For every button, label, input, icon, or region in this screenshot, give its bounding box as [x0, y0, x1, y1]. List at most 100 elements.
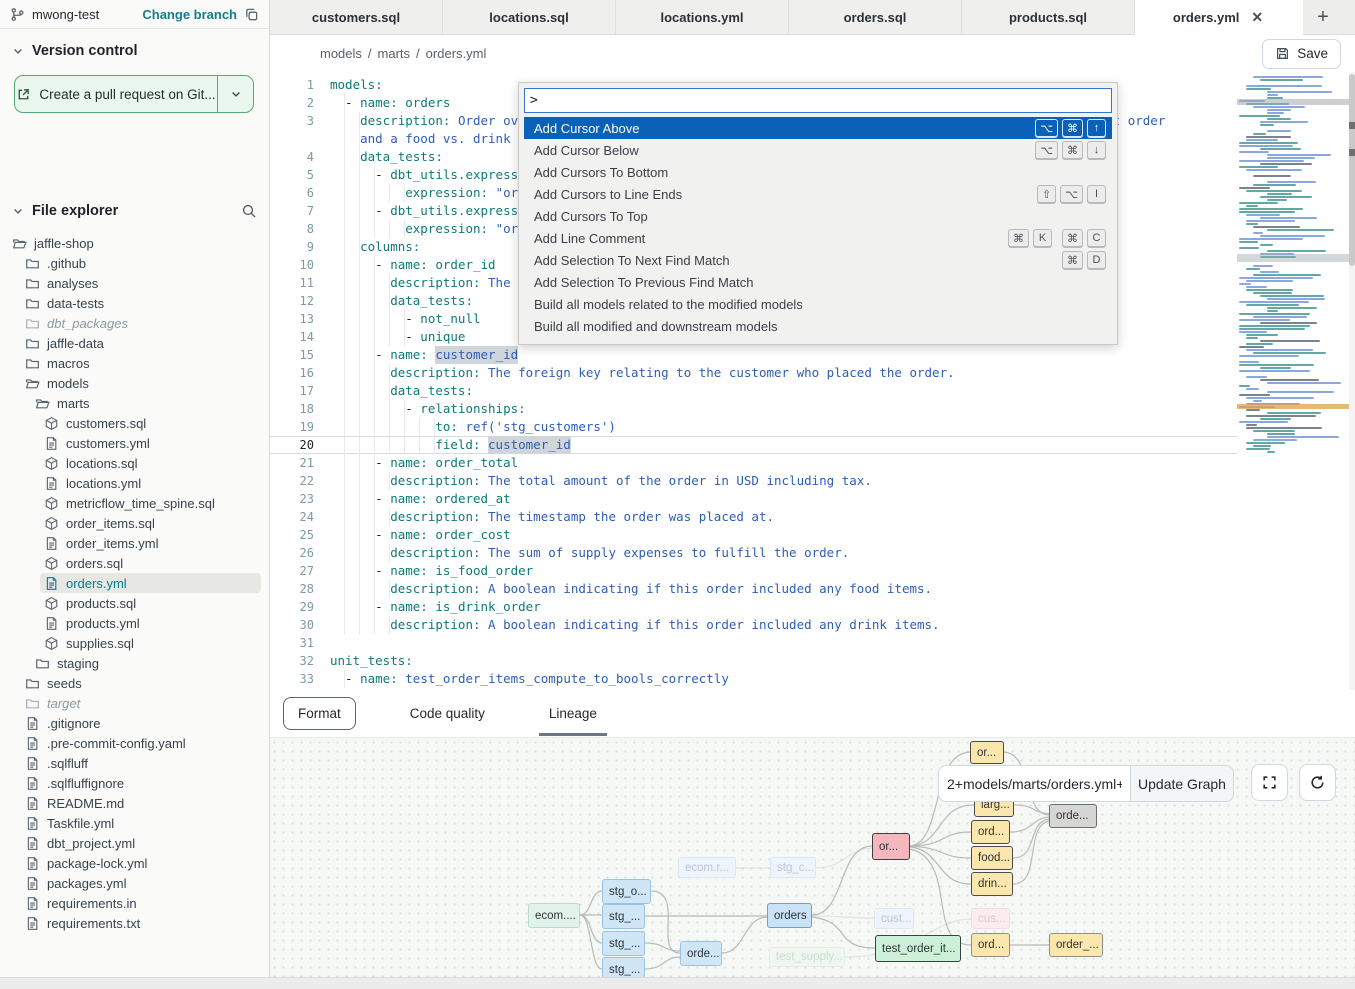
breadcrumb-marts[interactable]: marts	[378, 46, 411, 61]
file-tree-item-supplies.sql[interactable]: supplies.sql	[0, 633, 269, 653]
file-tree-item-orders.yml[interactable]: orders.yml	[0, 573, 269, 593]
file-tree-item-models[interactable]: models	[0, 373, 269, 393]
lineage-node-ord[interactable]: ord...	[971, 933, 1010, 957]
palette-item-add-cursor-above[interactable]: Add Cursor Above⌥⌘↑	[524, 117, 1112, 139]
fullscreen-button[interactable]	[1251, 764, 1288, 801]
lineage-node-food[interactable]: food...	[971, 846, 1013, 870]
tab-orders.sql[interactable]: orders.sql	[789, 0, 962, 34]
version-control-header[interactable]: Version control	[0, 29, 269, 67]
file-tree-item-products.yml[interactable]: products.yml	[0, 613, 269, 633]
file-tree-item-packages.yml[interactable]: packages.yml	[0, 873, 269, 893]
file-tree-item-macros[interactable]: macros	[0, 353, 269, 373]
lineage-node-orde[interactable]: orde...	[1049, 804, 1097, 828]
format-button[interactable]: Format	[283, 697, 356, 730]
file-tree-item-jaffle-data[interactable]: jaffle-data	[0, 333, 269, 353]
lineage-node-drin[interactable]: drin...	[971, 872, 1013, 896]
close-icon[interactable]: ✕	[1249, 9, 1265, 26]
lineage-node-orders[interactable]: orders	[767, 903, 812, 928]
tab-locations.yml[interactable]: locations.yml	[616, 0, 789, 34]
tab-orders.yml[interactable]: orders.yml✕	[1135, 0, 1303, 35]
file-explorer-header[interactable]: File explorer	[0, 189, 269, 227]
file-tree-item-.sqlfluffignore[interactable]: .sqlfluffignore	[0, 773, 269, 793]
palette-item-add-line-comment[interactable]: Add Line Comment⌘K⌘C	[524, 227, 1112, 249]
panel-tab-code-quality[interactable]: Code quality	[400, 690, 495, 737]
file-tree-item-analyses[interactable]: analyses	[0, 273, 269, 293]
file-tree-item-requirements.txt[interactable]: requirements.txt	[0, 913, 269, 933]
file-tree-item-customers.yml[interactable]: customers.yml	[0, 433, 269, 453]
lineage-node-ecom[interactable]: ecom....	[528, 903, 580, 928]
file-tree-item-requirements.in[interactable]: requirements.in	[0, 893, 269, 913]
palette-item-add-cursors-to-line-ends[interactable]: Add Cursors to Line Ends⇧⌥I	[524, 183, 1112, 205]
file-tree-item-customers.sql[interactable]: customers.sql	[0, 413, 269, 433]
tab-products.sql[interactable]: products.sql	[962, 0, 1135, 34]
command-palette-input[interactable]	[524, 88, 1112, 113]
lineage-node-cus[interactable]: cus...	[971, 908, 1010, 929]
lineage-node-order_[interactable]: order_...	[1049, 933, 1103, 957]
tab-locations.sql[interactable]: locations.sql	[443, 0, 616, 34]
scrollbar-thumb[interactable]	[1349, 74, 1355, 266]
lineage-node-stg_[interactable]: stg_...	[602, 931, 645, 956]
file-tree-item-locations.sql[interactable]: locations.sql	[0, 453, 269, 473]
pr-button-dropdown[interactable]	[217, 76, 253, 112]
search-icon[interactable]	[241, 203, 257, 219]
file-tree-item-locations.yml[interactable]: locations.yml	[0, 473, 269, 493]
lineage-node-stg_[interactable]: stg_...	[602, 904, 645, 929]
lineage-node-test_supply[interactable]: test_supply...	[769, 947, 845, 967]
graph-selector-input[interactable]	[938, 765, 1130, 802]
palette-item-label: Add Cursors to Line Ends	[534, 187, 682, 202]
bottom-strip[interactable]	[0, 977, 1355, 989]
file-tree-item-dbt_project.yml[interactable]: dbt_project.yml	[0, 833, 269, 853]
palette-item-add-selection-to-next-find-match[interactable]: Add Selection To Next Find Match⌘D	[524, 249, 1112, 271]
lineage-canvas[interactable]: ecom....stg_o...stg_...stg_...stg_...ord…	[270, 737, 1355, 977]
file-tree-item-.gitignore[interactable]: .gitignore	[0, 713, 269, 733]
file-tree-item-staging[interactable]: staging	[0, 653, 269, 673]
palette-item-build-all-models-related-to-the-modified-models[interactable]: Build all models related to the modified…	[524, 293, 1112, 315]
file-tree-item-README.md[interactable]: README.md	[0, 793, 269, 813]
file-tree-item-Taskfile.yml[interactable]: Taskfile.yml	[0, 813, 269, 833]
file-tree-item-target[interactable]: target	[0, 693, 269, 713]
file-tree-item-metricflow_time_spine.sql[interactable]: metricflow_time_spine.sql	[0, 493, 269, 513]
palette-item-add-cursors-to-bottom[interactable]: Add Cursors To Bottom	[524, 161, 1112, 183]
new-tab-button[interactable]: +	[1303, 0, 1343, 34]
file-tree-item-.sqlfluff[interactable]: .sqlfluff	[0, 753, 269, 773]
lineage-node-stg_o[interactable]: stg_o...	[602, 879, 651, 904]
lineage-node-test_order_it[interactable]: test_order_it...	[875, 935, 961, 962]
editor-scrollbar[interactable]	[1349, 72, 1355, 690]
lineage-node-stg_c[interactable]: stg_c...	[770, 857, 816, 878]
minimap[interactable]	[1237, 76, 1349, 476]
file-tree-item-marts[interactable]: marts	[0, 393, 269, 413]
file-tree-item-package-lock.yml[interactable]: package-lock.yml	[0, 853, 269, 873]
code-line-15: 15- name: customer_id	[270, 346, 1237, 364]
file-tree-item-order_items.yml[interactable]: order_items.yml	[0, 533, 269, 553]
lineage-node-or[interactable]: or...	[872, 833, 910, 860]
create-pull-request-button[interactable]: Create a pull request on Git...	[14, 75, 254, 113]
lineage-node-stg_[interactable]: stg_...	[602, 957, 645, 977]
lineage-node-cust[interactable]: cust...	[874, 908, 914, 929]
file-tree-item-data-tests[interactable]: data-tests	[0, 293, 269, 313]
palette-item-add-cursors-to-top[interactable]: Add Cursors To Top	[524, 205, 1112, 227]
change-branch-link[interactable]: Change branch	[142, 7, 237, 22]
file-tree-item-seeds[interactable]: seeds	[0, 673, 269, 693]
copy-icon[interactable]	[244, 7, 259, 22]
lineage-node-ord[interactable]: ord...	[971, 820, 1010, 844]
palette-item-add-cursor-below[interactable]: Add Cursor Below⌥⌘↓	[524, 139, 1112, 161]
file-tree-item-order_items.sql[interactable]: order_items.sql	[0, 513, 269, 533]
palette-item-add-selection-to-previous-find-match[interactable]: Add Selection To Previous Find Match	[524, 271, 1112, 293]
file-tree-item-.pre-commit-config.yaml[interactable]: .pre-commit-config.yaml	[0, 733, 269, 753]
lineage-node-orde[interactable]: orde...	[680, 941, 722, 966]
refresh-button[interactable]	[1299, 764, 1336, 801]
lineage-node-or[interactable]: or...	[970, 741, 1004, 764]
save-button[interactable]: Save	[1262, 39, 1341, 69]
panel-tab-lineage[interactable]: Lineage	[539, 690, 607, 737]
breadcrumb-models[interactable]: models	[320, 46, 362, 61]
file-tree-item-.github[interactable]: .github	[0, 253, 269, 273]
file-icon	[25, 736, 40, 751]
update-graph-button[interactable]: Update Graph	[1130, 765, 1234, 802]
file-tree-item-jaffle-shop[interactable]: jaffle-shop	[0, 233, 269, 253]
file-tree-item-products.sql[interactable]: products.sql	[0, 593, 269, 613]
palette-item-build-all-modified-and-downstream-models[interactable]: Build all modified and downstream models	[524, 315, 1112, 337]
tab-customers.sql[interactable]: customers.sql	[270, 0, 443, 34]
lineage-node-ecomr[interactable]: ecom.r...	[678, 857, 736, 878]
file-tree-item-orders.sql[interactable]: orders.sql	[0, 553, 269, 573]
file-tree-item-dbt_packages[interactable]: dbt_packages	[0, 313, 269, 333]
